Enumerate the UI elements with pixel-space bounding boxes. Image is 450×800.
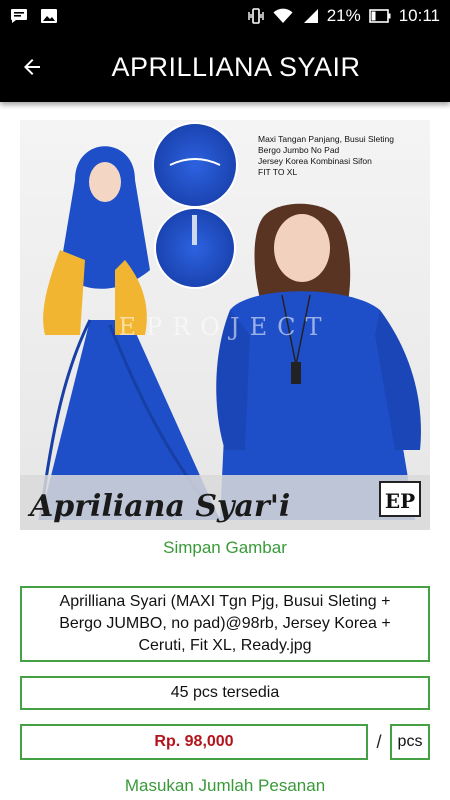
back-arrow-icon	[24, 59, 40, 75]
status-bar: 21% 10:11	[0, 0, 450, 32]
info-line-3: Jersey Korea Kombinasi Sifon	[258, 156, 372, 166]
info-line-1: Maxi Tangan Panjang, Busui Sleting	[258, 134, 394, 144]
info-line-4: FIT TO XL	[258, 167, 297, 177]
image-logo: EP	[385, 489, 415, 513]
product-description: Aprilliana Syari (MAXI Tgn Pjg, Busui Sl…	[20, 586, 430, 662]
signal-icon	[303, 9, 318, 23]
enter-quantity-button[interactable]: Masukan Jumlah Pesanan	[0, 776, 450, 796]
product-image: Maxi Tangan Panjang, Busui Sleting Bergo…	[20, 120, 430, 530]
image-caption: Apriliana Syar'i	[27, 489, 290, 524]
stock-availability: 45 pcs tersedia	[20, 676, 430, 710]
image-watermark: EPROJECT	[119, 313, 332, 341]
price-field: Rp. 98,000	[20, 724, 368, 760]
status-right: 21% 10:11	[247, 6, 440, 26]
info-line-2: Bergo Jumbo No Pad	[258, 145, 340, 155]
battery-percent: 21%	[326, 6, 361, 25]
page-title: APRILLIANA SYAIR	[111, 51, 361, 82]
battery-icon	[368, 9, 391, 23]
clock: 10:11	[398, 6, 440, 25]
vibrate-icon	[247, 8, 264, 24]
message-icon	[11, 9, 27, 23]
price-separator: /	[376, 731, 382, 752]
back-button[interactable]	[0, 32, 64, 102]
detail-zoom-circle	[152, 122, 238, 208]
unit-field: pcs	[390, 724, 430, 760]
app-bar: APRILLIANA SYAIR	[0, 32, 450, 102]
price-row: Rp. 98,000 / pcs	[20, 724, 430, 760]
wifi-icon	[273, 8, 293, 23]
status-left	[10, 8, 58, 24]
image-icon	[41, 9, 57, 23]
save-image-button[interactable]: Simpan Gambar	[0, 538, 450, 558]
